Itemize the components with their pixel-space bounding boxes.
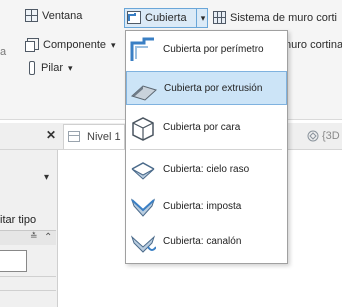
chevron-down-icon: ▾ — [68, 62, 73, 73]
cubierta-dropdown-menu: Cubierta por perímetro Cubierta por extr… — [125, 30, 288, 264]
menu-item-label: Cubierta: imposta — [163, 201, 242, 212]
scroll-up-icon[interactable]: ⌃ — [44, 232, 52, 243]
column-icon — [29, 61, 35, 75]
roof-footprint-icon — [130, 37, 154, 61]
pilar-button[interactable]: Pilar ▾ — [27, 61, 73, 75]
floor-plan-icon — [68, 131, 80, 142]
menu-separator — [130, 149, 282, 150]
roof-by-face-icon — [132, 117, 154, 141]
ventana-button[interactable]: Ventana — [25, 9, 82, 22]
tab-3d-label: {3D — [322, 130, 340, 142]
cubierta-dropdown-toggle[interactable]: ▾ — [196, 8, 209, 28]
roof-extrusion-icon — [131, 85, 157, 101]
3d-view-icon — [307, 130, 319, 142]
menu-item-label: Cubierta por perímetro — [163, 44, 264, 55]
editar-tipo-button[interactable]: itar tipo — [0, 214, 36, 226]
componente-button[interactable]: Componente ▾ — [25, 38, 116, 52]
properties-header: ≛ ⌃ — [0, 230, 56, 245]
tab-3d[interactable]: {3D — [305, 124, 342, 149]
ribbon-cut-text: a — [0, 46, 6, 58]
ribbon-cut-label: a — [0, 46, 7, 58]
menu-item-cubierta-imposta[interactable]: Cubierta: imposta — [126, 190, 287, 224]
menu-item-label: Cubierta: cielo raso — [163, 164, 250, 175]
menu-item-cubierta-cielo-raso[interactable]: Cubierta: cielo raso — [126, 153, 287, 187]
muro-cortina-label: nuro cortina — [285, 39, 342, 51]
window-icon — [25, 9, 38, 22]
sistema-muro-cortina-label: Sistema de muro corti — [230, 11, 337, 24]
component-icon — [25, 38, 39, 52]
sistema-muro-cortina-button[interactable]: Sistema de muro corti — [213, 11, 337, 24]
chevron-down-icon: ▾ — [111, 39, 116, 50]
roof-soffit-icon — [131, 162, 155, 180]
tab-nivel-1-label: Nivel 1 — [87, 131, 121, 143]
cubierta-button[interactable]: Cubierta — [127, 11, 187, 24]
grid-line — [0, 276, 56, 277]
close-icon[interactable]: ✕ — [46, 128, 56, 142]
menu-item-label: Cubierta: canalón — [163, 236, 242, 247]
properties-panel: ▾ itar tipo ≛ ⌃ — [0, 150, 58, 307]
menu-item-label: Cubierta por cara — [163, 122, 241, 133]
chevron-down-icon: ▾ — [200, 12, 206, 23]
roof-icon — [127, 11, 141, 24]
ventana-label: Ventana — [42, 9, 83, 22]
curtain-system-icon — [213, 11, 226, 24]
pilar-label: Pilar — [41, 62, 64, 74]
muro-cortina-button[interactable]: nuro cortina — [285, 39, 342, 51]
componente-label: Componente — [43, 39, 106, 51]
menu-item-cubierta-canalon[interactable]: Cubierta: canalón — [126, 225, 287, 259]
properties-sort-icon[interactable]: ≛ — [30, 231, 38, 242]
menu-item-cubierta-por-cara[interactable]: Cubierta por cara — [126, 111, 287, 145]
roof-fascia-icon — [130, 198, 156, 217]
type-selector-dropdown-icon[interactable]: ▾ — [44, 172, 49, 183]
menu-item-cubierta-por-perimetro[interactable]: Cubierta por perímetro — [126, 33, 287, 67]
grid-line — [0, 290, 56, 291]
properties-field[interactable] — [0, 250, 27, 272]
menu-item-cubierta-por-extrusion[interactable]: Cubierta por extrusión — [126, 71, 287, 105]
tab-nivel-1[interactable]: Nivel 1 — [63, 124, 125, 149]
menu-item-label: Cubierta por extrusión — [164, 83, 263, 94]
roof-gutter-icon — [130, 235, 156, 253]
cubierta-label: Cubierta — [145, 11, 187, 24]
